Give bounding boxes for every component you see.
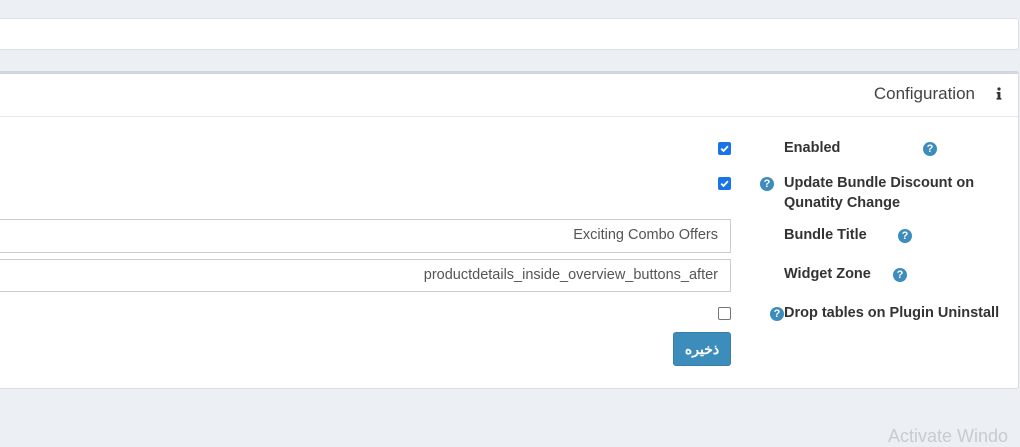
top-panel [0,18,1019,50]
widget-zone-input[interactable]: productdetails_inside_overview_buttons_a… [0,259,731,292]
update-bundle-discount-checkbox[interactable] [718,177,731,190]
drop-tables-help-icon[interactable]: ? [770,307,784,321]
enabled-label: Enabled [784,140,841,156]
update-bundle-discount-label-line2: Qunatity Change [784,195,901,211]
info-icon[interactable] [994,87,1004,101]
drop-tables-label: Drop tables on Plugin Uninstall [784,305,1000,321]
enabled-checkbox[interactable] [718,142,731,155]
activate-windows-watermark: Activate Windo [888,426,1009,446]
save-button[interactable]: ذخیره [673,332,731,366]
widget-zone-help-icon[interactable]: ? [893,268,907,282]
bundle-title-input[interactable]: Exciting Combo Offers [0,219,731,253]
drop-tables-checkbox[interactable] [718,307,731,320]
widget-zone-label: Widget Zone [784,266,871,282]
bundle-title-help-icon[interactable]: ? [898,229,912,243]
update-bundle-discount-help-icon[interactable]: ? [760,177,774,191]
card-header: Configuration [0,74,1018,117]
update-bundle-discount-label-line1: Update Bundle Discount on [784,175,975,191]
enabled-help-icon[interactable]: ? [923,142,937,156]
bundle-title-label: Bundle Title [784,227,867,243]
card-title: Configuration [873,84,975,103]
